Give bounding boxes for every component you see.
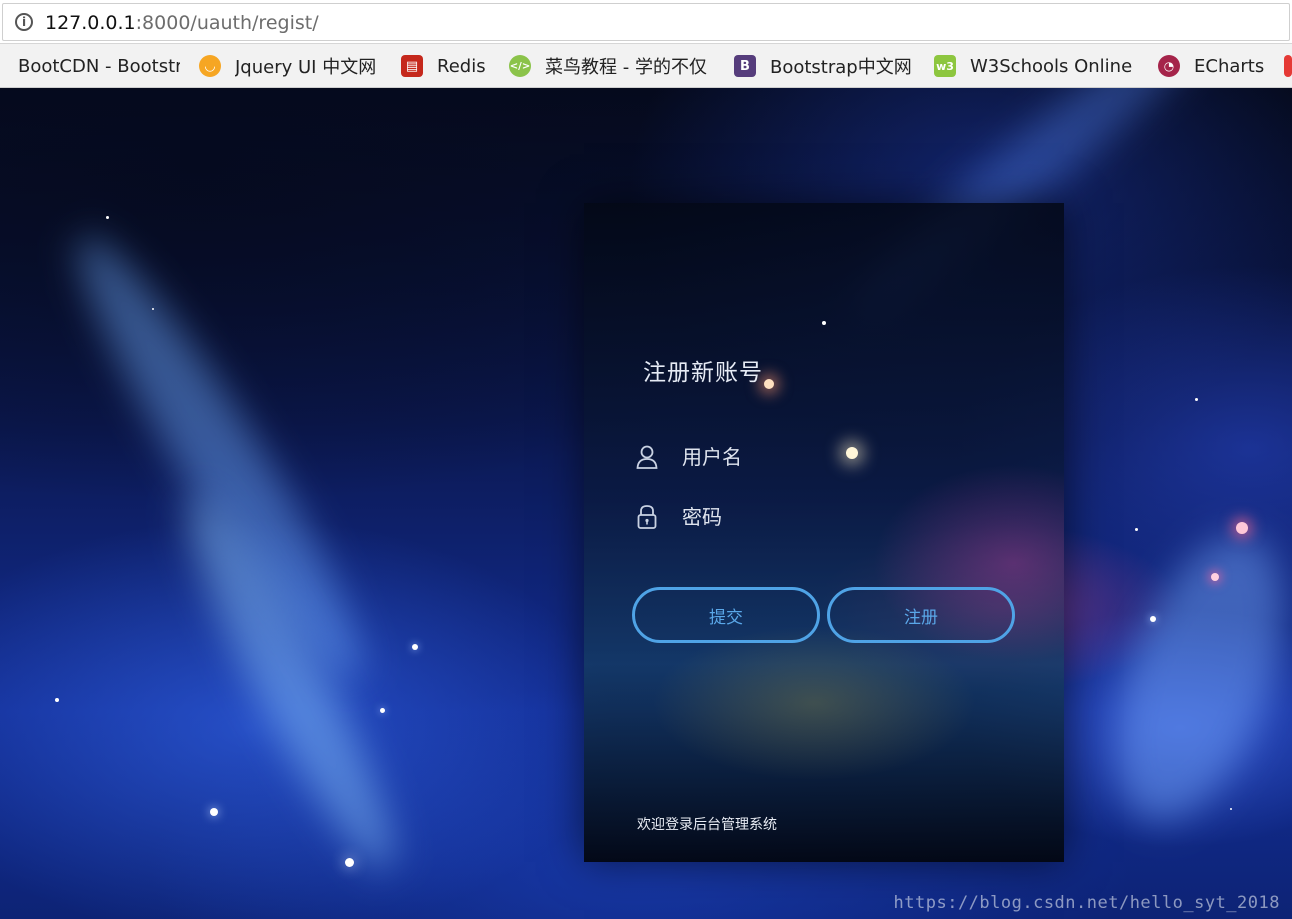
bookmark-bootstrap[interactable]: B Bootstrap中文网 (734, 44, 924, 87)
watermark: https://blog.csdn.net/hello_syt_2018 (893, 893, 1280, 913)
star-glow (1236, 522, 1248, 534)
star (152, 308, 154, 310)
url-text[interactable]: 127.0.0.1:8000/uauth/regist/ (45, 11, 319, 35)
star (210, 808, 218, 816)
page-background: 注册新账号 提交 注册 欢迎登录后台管理 (0, 88, 1292, 919)
lock-icon (636, 504, 658, 530)
star (380, 708, 385, 713)
password-input[interactable] (680, 504, 984, 530)
url-host: 127.0.0.1 (45, 12, 136, 34)
url-field[interactable]: i 127.0.0.1:8000/uauth/regist/ (2, 3, 1290, 41)
bookmarks-bar: BootCDN - Bootstr ◡ Jquery UI 中文网 ▤ Redi… (0, 44, 1292, 88)
password-row (636, 499, 1016, 535)
page-title: 注册新账号 (643, 360, 763, 386)
bookmark-label: BootCDN - Bootstr (18, 55, 180, 77)
star (1150, 616, 1156, 622)
nebula-stream (48, 216, 392, 700)
star (1195, 398, 1198, 401)
bookmark-echarts[interactable]: ◔ ECharts (1158, 44, 1270, 87)
star (412, 644, 418, 650)
url-path: :8000/uauth/regist/ (135, 12, 319, 34)
bookmark-bootcdn[interactable]: BootCDN - Bootstr (18, 44, 180, 87)
bookmark-label: Redis (437, 55, 486, 77)
jquery-ui-icon: ◡ (199, 55, 221, 77)
bookmark-runoob[interactable]: </> 菜鸟教程 - 学的不仅 (509, 44, 717, 87)
bookmark-label: 菜鸟教程 - 学的不仅 (545, 57, 707, 78)
register-panel: 注册新账号 提交 注册 欢迎登录后台管理 (584, 203, 1064, 862)
welcome-text: 欢迎登录后台管理系统 (637, 817, 777, 833)
echarts-icon: ◔ (1158, 55, 1180, 77)
star-glow (764, 379, 774, 389)
overflow-bookmark-icon (1284, 55, 1292, 77)
redis-icon: ▤ (401, 55, 423, 77)
register-button[interactable]: 注册 (827, 587, 1015, 643)
username-row (636, 439, 1016, 475)
w3schools-icon: w3 (934, 55, 956, 77)
star-glow (1211, 573, 1219, 581)
bookmark-label: Bootstrap中文网 (770, 57, 912, 78)
bookmark-label: W3Schools Online (970, 55, 1133, 77)
star (106, 216, 109, 219)
star (822, 321, 826, 325)
bookmark-overflow[interactable] (1284, 44, 1292, 87)
bookmark-label: Jquery UI 中文网 (235, 57, 377, 78)
bootstrap-icon: B (734, 55, 756, 77)
star (55, 698, 59, 702)
star (1230, 808, 1232, 810)
bookmark-w3schools[interactable]: w3 W3Schools Online (934, 44, 1138, 87)
user-icon (636, 444, 658, 470)
info-icon[interactable]: i (15, 13, 33, 31)
runoob-icon: </> (509, 55, 531, 77)
star (345, 858, 354, 867)
bookmark-label: ECharts (1194, 55, 1265, 77)
bookmark-jquery-ui[interactable]: ◡ Jquery UI 中文网 (199, 44, 389, 87)
nebula-stream (1082, 513, 1292, 843)
address-bar: i 127.0.0.1:8000/uauth/regist/ (0, 0, 1292, 44)
star (1135, 528, 1138, 531)
bookmark-redis[interactable]: ▤ Redis (401, 44, 501, 87)
username-input[interactable] (680, 444, 984, 470)
submit-button[interactable]: 提交 (632, 587, 820, 643)
